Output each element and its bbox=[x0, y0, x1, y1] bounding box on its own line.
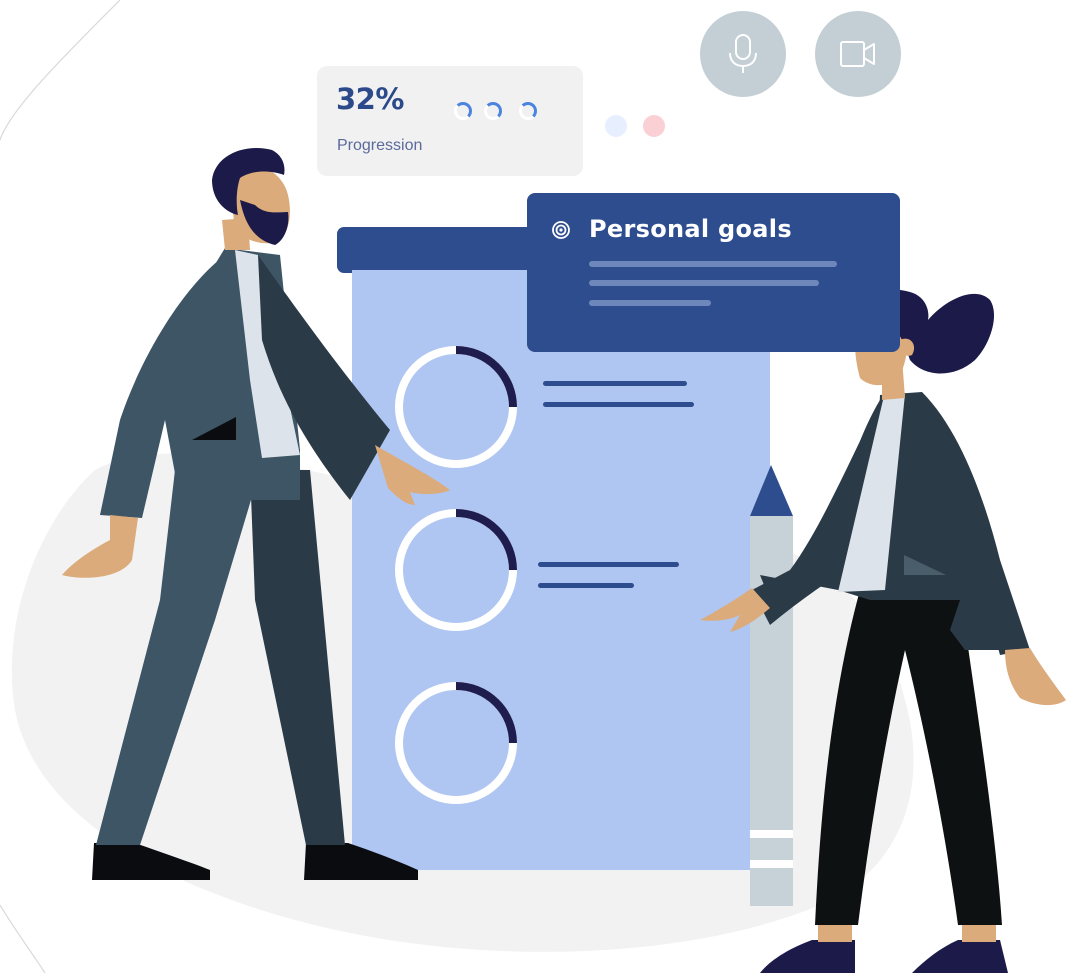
placeholder-text-line bbox=[589, 300, 711, 306]
microphone-icon bbox=[729, 34, 757, 73]
goal-text-line bbox=[543, 381, 687, 386]
video-camera-button[interactable] bbox=[815, 11, 901, 97]
loading-spinner-icon bbox=[519, 102, 537, 120]
pencil-band bbox=[750, 830, 793, 838]
pencil bbox=[750, 465, 793, 906]
loading-spinner-icon bbox=[484, 102, 502, 120]
background-arc-line-bottom bbox=[0, 904, 46, 973]
target-icon bbox=[552, 221, 570, 239]
placeholder-text-line bbox=[589, 280, 819, 286]
microphone-button[interactable] bbox=[700, 11, 786, 97]
progress-card: 32% Progression bbox=[317, 66, 583, 176]
personal-goals-card: Personal goals bbox=[527, 193, 900, 352]
woman-shoe-right bbox=[912, 940, 1008, 973]
progress-percentage: 32% bbox=[336, 82, 404, 116]
background-arc-line bbox=[0, 0, 121, 141]
goal-text-line bbox=[538, 583, 634, 588]
goal-text-line bbox=[538, 562, 679, 567]
video-camera-icon bbox=[840, 41, 875, 67]
personal-goals-title: Personal goals bbox=[589, 215, 792, 243]
status-dot-pink bbox=[643, 115, 665, 137]
loading-spinner-icon bbox=[454, 102, 472, 120]
illustration-stage: 32% Progression Personal goals bbox=[0, 0, 1068, 973]
woman-hand-back bbox=[1005, 648, 1066, 706]
placeholder-text-line bbox=[589, 261, 837, 267]
goal-text-line bbox=[543, 402, 694, 407]
woman-shoe-left bbox=[760, 940, 855, 973]
pencil-band bbox=[750, 860, 793, 868]
document-header-tab bbox=[337, 227, 537, 273]
progress-label: Progression bbox=[337, 137, 423, 154]
status-dot-blue bbox=[605, 115, 627, 137]
